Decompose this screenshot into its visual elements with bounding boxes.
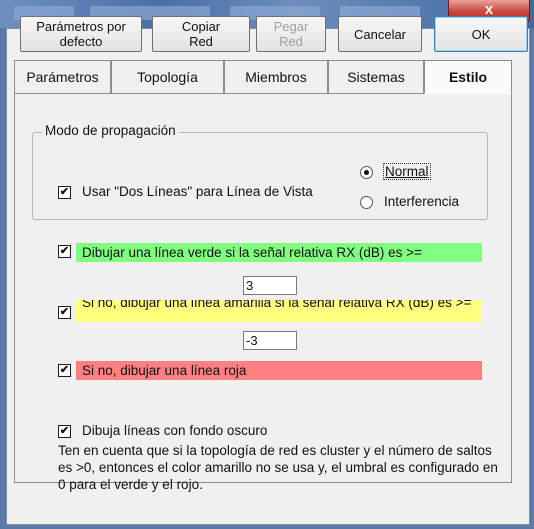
tab-parametros[interactable]: Parámetros xyxy=(14,60,111,94)
green-threshold-input[interactable]: 3 xyxy=(243,276,297,295)
tab-label: Estilo xyxy=(448,69,488,85)
red-line-label: Si no, dibujar una línea roja xyxy=(82,363,247,378)
copy-net-label: Copiar Red xyxy=(181,19,221,49)
tab-estilo[interactable]: Estilo xyxy=(424,60,512,94)
tab-strip: Parámetros Topología Miembros Sistemas E… xyxy=(14,60,512,94)
cancel-label: Cancelar xyxy=(353,26,407,42)
cluster-topology-note: Ten en cuenta que si la topología de red… xyxy=(58,443,498,492)
cancel-button[interactable]: Cancelar xyxy=(338,16,422,52)
green-line-checkbox[interactable]: ✔ xyxy=(58,245,71,258)
tab-label: Topología xyxy=(137,69,198,85)
paste-net-button[interactable]: Pegar Red xyxy=(256,16,326,52)
mode-interference-label[interactable]: Interferencia xyxy=(384,194,459,209)
tab-sistemas[interactable]: Sistemas xyxy=(328,60,424,94)
mode-normal-label[interactable]: Normal xyxy=(383,163,431,180)
copy-net-button[interactable]: Copiar Red xyxy=(152,16,250,52)
dark-background-checkbox[interactable]: ✔ xyxy=(58,425,71,438)
dark-background-label: Dibuja líneas con fondo oscuro xyxy=(82,423,268,438)
yellow-line-checkbox[interactable]: ✔ xyxy=(58,306,71,319)
two-lines-checkbox[interactable]: ✔ xyxy=(58,186,71,199)
yellow-threshold-bar: Si no, dibujar una línea amarilla si la … xyxy=(76,300,482,322)
tab-label: Sistemas xyxy=(347,69,405,85)
tab-label: Parámetros xyxy=(26,69,99,85)
mode-interference-radio[interactable] xyxy=(360,196,373,209)
tab-topologia[interactable]: Topología xyxy=(111,60,224,94)
yellow-threshold-label: Si no, dibujar una línea amarilla si la … xyxy=(82,300,472,310)
paste-net-label: Pegar Red xyxy=(273,19,309,49)
red-line-bar: Si no, dibujar una línea roja xyxy=(76,361,482,380)
default-params-label: Parámetros por defecto xyxy=(36,19,126,49)
yellow-threshold-input[interactable]: -3 xyxy=(243,331,297,350)
tab-label: Miembros xyxy=(245,69,307,85)
default-params-button[interactable]: Parámetros por defecto xyxy=(20,16,142,52)
green-threshold-bar: Dibujar una línea verde si la señal rela… xyxy=(76,243,482,262)
propagation-mode-title: Modo de propagación xyxy=(42,123,179,138)
ok-button[interactable]: OK xyxy=(434,16,528,52)
green-threshold-label: Dibujar una línea verde si la señal rela… xyxy=(82,245,422,260)
two-lines-label: Usar "Dos Líneas" para Línea de Vista xyxy=(82,184,313,199)
ok-label: OK xyxy=(471,26,491,42)
red-line-checkbox[interactable]: ✔ xyxy=(58,364,71,377)
tab-miembros[interactable]: Miembros xyxy=(224,60,328,94)
dialog-window: x Parámetros por defecto Copiar Red Pega… xyxy=(0,0,534,529)
mode-normal-radio[interactable] xyxy=(360,166,373,179)
